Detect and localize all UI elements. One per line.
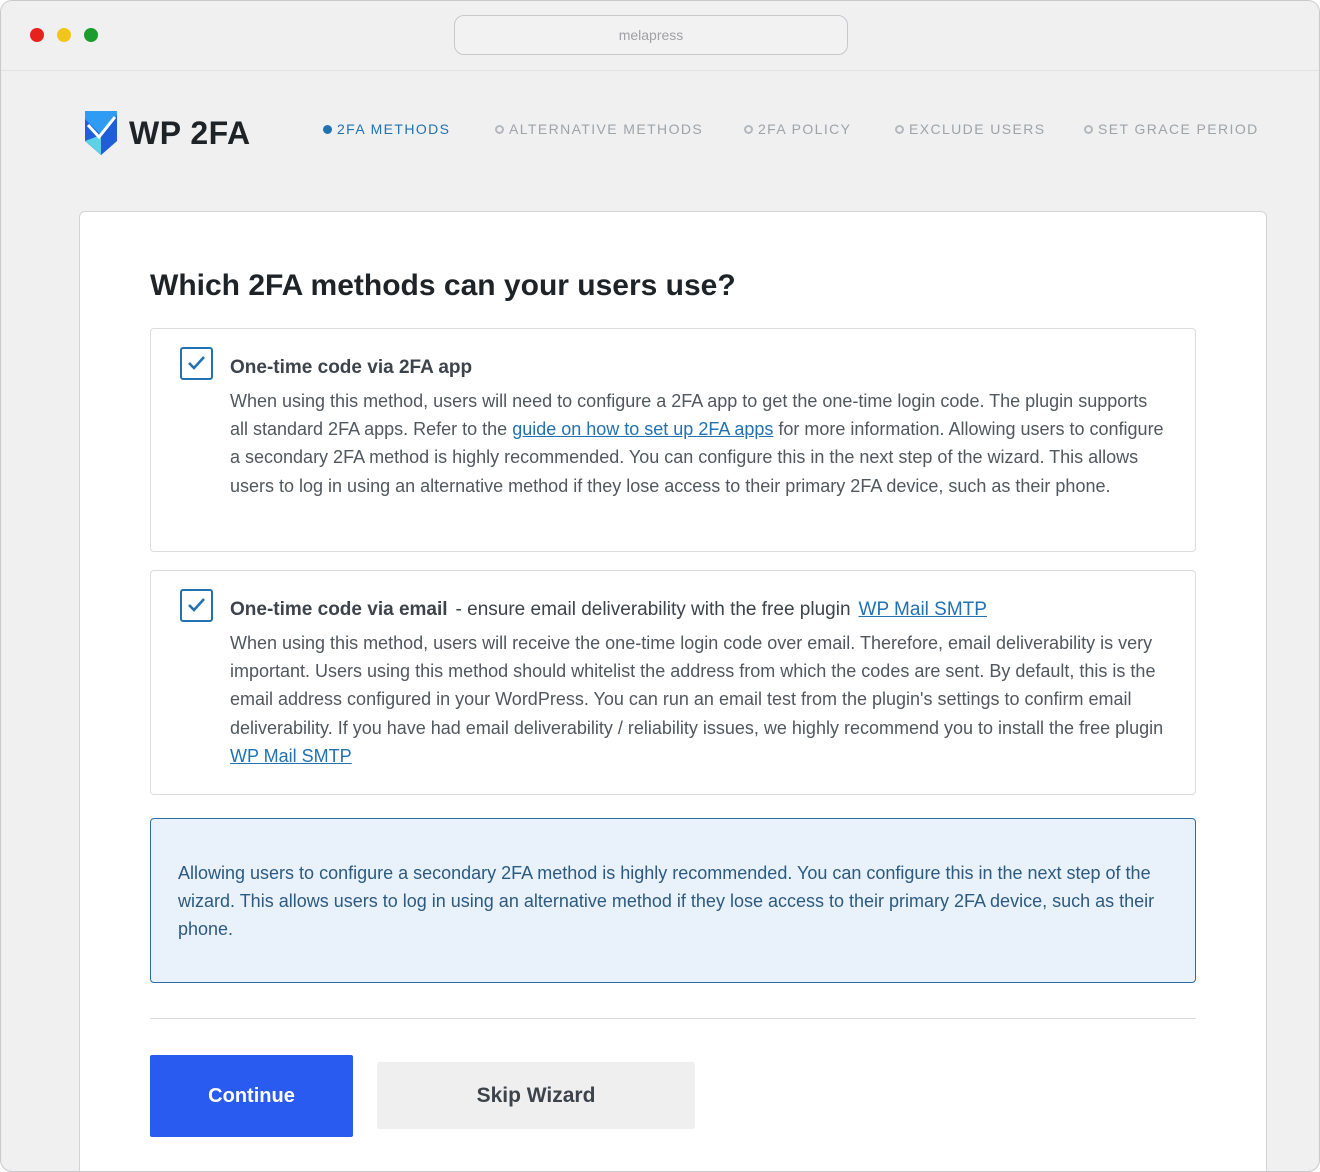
checkbox-2fa-app[interactable] xyxy=(180,347,213,380)
continue-button[interactable]: Continue xyxy=(150,1055,353,1137)
checkmark-icon xyxy=(188,598,205,612)
wp-mail-smtp-link[interactable]: WP Mail SMTP xyxy=(230,746,352,766)
option-title: One-time code via 2FA app xyxy=(230,357,473,378)
step-label: SET GRACE PERIOD xyxy=(1098,121,1259,137)
browser-window: melapress WP 2FA 2FA METHODS ALTERNATIVE… xyxy=(0,0,1320,1172)
step-label: 2FA POLICY xyxy=(758,121,852,137)
notice-text: Allowing users to configure a secondary … xyxy=(178,863,1155,940)
wizard-header: WP 2FA 2FA METHODS ALTERNATIVE METHODS 2… xyxy=(1,71,1319,211)
step-active-bullet-icon xyxy=(323,124,332,134)
minimize-window-button[interactable] xyxy=(57,28,71,42)
wp2fa-logo-icon xyxy=(85,111,117,155)
step-label: ALTERNATIVE METHODS xyxy=(509,121,704,137)
step-bullet-icon xyxy=(744,124,753,134)
brand-name: WP 2FA xyxy=(129,115,251,151)
checkbox-email[interactable] xyxy=(180,589,213,622)
guide-link[interactable]: guide on how to set up 2FA apps xyxy=(512,419,773,439)
step-bullet-icon xyxy=(895,124,904,134)
wizard-card: Which 2FA methods can your users use? On… xyxy=(79,211,1267,1171)
title-bar: melapress xyxy=(1,1,1319,71)
step-2fa-policy[interactable]: 2FA POLICY xyxy=(744,119,851,139)
close-window-button[interactable] xyxy=(30,28,44,42)
checkmark-icon xyxy=(188,356,205,370)
skip-wizard-button[interactable]: Skip Wizard xyxy=(377,1062,695,1129)
info-notice: Allowing users to configure a secondary … xyxy=(150,818,1196,983)
step-label: 2FA METHODS xyxy=(337,121,451,137)
step-bullet-icon xyxy=(495,124,504,134)
step-alternative-methods[interactable]: ALTERNATIVE METHODS xyxy=(495,119,703,139)
step-label: EXCLUDE USERS xyxy=(909,121,1046,137)
option-description: When using this method, users will recei… xyxy=(230,633,1164,766)
option-2fa-app: One-time code via 2FA app When using thi… xyxy=(150,328,1196,552)
step-exclude-users[interactable]: EXCLUDE USERS xyxy=(895,119,1045,139)
address-bar[interactable]: melapress xyxy=(454,15,848,55)
step-bullet-icon xyxy=(1084,124,1093,134)
step-set-grace-period[interactable]: SET GRACE PERIOD xyxy=(1084,119,1259,139)
option-title: One-time code via email - ensure email de… xyxy=(230,599,987,620)
wp-mail-smtp-title-link[interactable]: WP Mail SMTP xyxy=(859,599,987,620)
divider xyxy=(150,1018,1196,1019)
option-email: One-time code via email - ensure email de… xyxy=(150,570,1196,795)
maximize-window-button[interactable] xyxy=(84,28,98,42)
step-2fa-methods[interactable]: 2FA METHODS xyxy=(323,119,450,139)
option-description: When using this method, users will need … xyxy=(230,391,1164,496)
page-title: Which 2FA methods can your users use? xyxy=(150,269,736,302)
wp2fa-logo: WP 2FA xyxy=(85,111,251,155)
